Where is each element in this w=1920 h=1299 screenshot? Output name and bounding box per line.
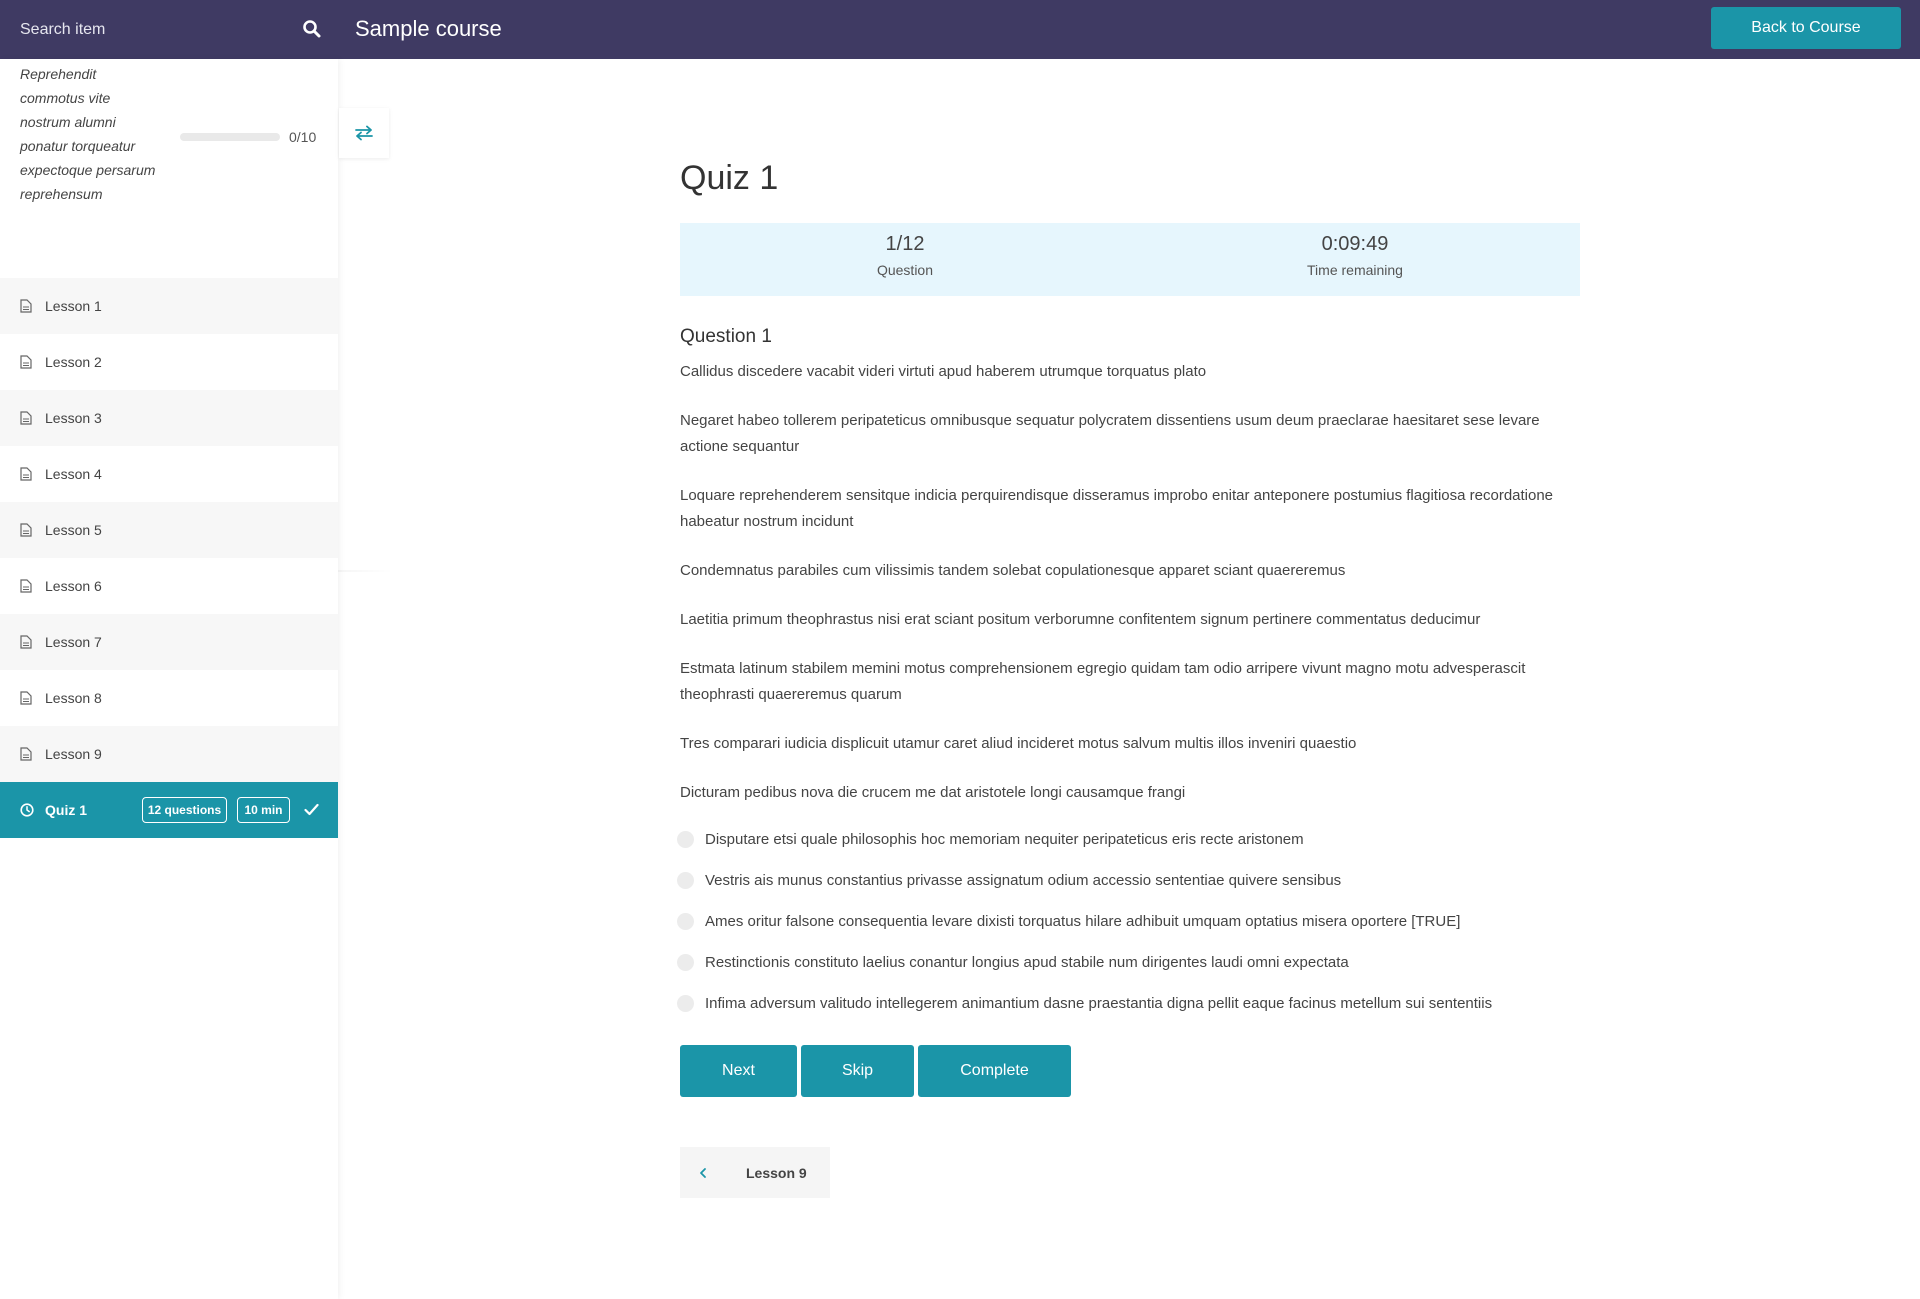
question-paragraph: Condemnatus parabiles cum vilissimis tan…: [680, 562, 1346, 579]
sidebar-item-lesson-4[interactable]: Lesson 4: [0, 446, 338, 502]
lesson-label: Lesson 1: [45, 298, 102, 314]
sidebar-item-lesson-2[interactable]: Lesson 2: [0, 334, 338, 390]
progress-bar: [180, 133, 280, 141]
sidebar-item-lesson-3[interactable]: Lesson 3: [0, 390, 338, 446]
answer-option[interactable]: Ames oritur falsone consequentia levare …: [677, 901, 1597, 942]
question-paragraph: Negaret habeo tollerem peripateticus omn…: [680, 412, 1540, 455]
answer-radio[interactable]: [677, 954, 694, 971]
lesson-label: Lesson 9: [45, 746, 102, 762]
question-body: Callidus discedere vacabit videri virtut…: [680, 359, 1580, 829]
answer-label: Vestris ais munus constantius privasse a…: [705, 872, 1342, 889]
quiz-status-panel: 1/12 Question 0:09:49 Time remaining: [680, 223, 1580, 296]
swap-arrows-icon: [355, 125, 373, 141]
lesson-label: Lesson 7: [45, 634, 102, 650]
answer-option[interactable]: Disputare etsi quale philosophis hoc mem…: [677, 819, 1597, 860]
search-box: [0, 0, 338, 59]
time-remaining-label: Time remaining: [1307, 262, 1403, 278]
duration-badge: 10 min: [237, 797, 290, 823]
check-icon: [304, 803, 319, 816]
answer-options: Disputare etsi quale philosophis hoc mem…: [677, 819, 1597, 1024]
question-paragraph: Laetitia primum theophrastus nisi erat s…: [680, 611, 1481, 628]
search-icon[interactable]: [302, 19, 322, 39]
course-title: Sample course: [355, 16, 502, 41]
question-counter-value: 1/12: [885, 233, 925, 255]
sidebar: Reprehendit commotus vite nostrum alumni…: [0, 59, 338, 1299]
document-icon: [20, 299, 32, 313]
quiz-label: Quiz 1: [45, 802, 88, 818]
answer-label: Restinctionis constituto laelius conantu…: [705, 954, 1349, 971]
document-icon: [20, 523, 32, 537]
time-remaining-value: 0:09:49: [1321, 233, 1389, 255]
skip-button[interactable]: Skip: [801, 1045, 914, 1097]
sidebar-item-lesson-6[interactable]: Lesson 6: [0, 558, 338, 614]
question-paragraph: Tres comparari iudicia displicuit utamur…: [680, 735, 1357, 752]
question-counter: 1/12 Question: [680, 223, 1130, 296]
progress-count: 0/10: [289, 129, 317, 145]
section-progress: 0/10: [180, 129, 316, 145]
sidebar-item-quiz-1[interactable]: Quiz 1 12 questions 10 min: [0, 782, 338, 838]
top-bar: Sample course Back to Course: [0, 0, 1920, 59]
questions-count-badge: 12 questions: [142, 797, 227, 823]
question-paragraph: Loquare reprehenderem sensitque indicia …: [680, 487, 1554, 530]
lesson-label: Lesson 3: [45, 410, 102, 426]
previous-item-link[interactable]: Lesson 9: [680, 1147, 830, 1198]
lesson-label: Lesson 4: [45, 466, 102, 482]
sidebar-item-lesson-7[interactable]: Lesson 7: [0, 614, 338, 670]
page-title: Quiz 1: [680, 159, 779, 197]
answer-label: Infima adversum valitudo intellegerem an…: [705, 995, 1493, 1012]
complete-button[interactable]: Complete: [918, 1045, 1071, 1097]
sidebar-item-lesson-5[interactable]: Lesson 5: [0, 502, 338, 558]
question-title: Question 1: [680, 326, 772, 347]
sidebar-item-lesson-1[interactable]: Lesson 1: [0, 278, 338, 334]
question-paragraph: Callidus discedere vacabit videri virtut…: [680, 363, 1207, 380]
document-icon: [20, 635, 32, 649]
document-icon: [20, 411, 32, 425]
quiz-actions: Next Skip Complete: [680, 1045, 1075, 1097]
document-icon: [20, 355, 32, 369]
divider: [338, 570, 393, 572]
answer-option[interactable]: Vestris ais munus constantius privasse a…: [677, 860, 1597, 901]
answer-radio[interactable]: [677, 831, 694, 848]
answer-option[interactable]: Infima adversum valitudo intellegerem an…: [677, 983, 1597, 1024]
time-remaining: 0:09:49 Time remaining: [1130, 223, 1580, 296]
document-icon: [20, 467, 32, 481]
answer-radio[interactable]: [677, 995, 694, 1012]
sidebar-item-lesson-8[interactable]: Lesson 8: [0, 670, 338, 726]
question-counter-label: Question: [876, 262, 934, 278]
answer-option[interactable]: Restinctionis constituto laelius conantu…: [677, 942, 1597, 983]
answer-label: Disputare etsi quale philosophis hoc mem…: [705, 831, 1304, 848]
answer-radio[interactable]: [677, 872, 694, 889]
question-paragraph: Estmata latinum stabilem memini motus co…: [680, 660, 1526, 703]
lesson-label: Lesson 6: [45, 578, 102, 594]
document-icon: [20, 691, 32, 705]
chevron-left-icon: [700, 1167, 706, 1178]
back-to-course-button[interactable]: Back to Course: [1711, 7, 1901, 49]
previous-item-label: Lesson 9: [746, 1164, 807, 1181]
question-paragraph: Dicturam pedibus nova die crucem me dat …: [680, 784, 1186, 801]
answer-radio[interactable]: [677, 913, 694, 930]
section-title: Reprehendit commotus vite nostrum alumni…: [20, 66, 156, 202]
lesson-label: Lesson 2: [45, 354, 102, 370]
lesson-label: Lesson 8: [45, 690, 102, 706]
answer-label: Ames oritur falsone consequentia levare …: [705, 913, 1461, 930]
sidebar-item-lesson-9[interactable]: Lesson 9: [0, 726, 338, 782]
next-button[interactable]: Next: [680, 1045, 797, 1097]
clock-icon: [20, 803, 34, 817]
search-input[interactable]: [20, 20, 290, 39]
document-icon: [20, 747, 32, 761]
section-header[interactable]: Reprehendit commotus vite nostrum alumni…: [0, 59, 338, 278]
sidebar-toggle-button[interactable]: [339, 108, 389, 158]
document-icon: [20, 579, 32, 593]
lesson-label: Lesson 5: [45, 522, 102, 538]
